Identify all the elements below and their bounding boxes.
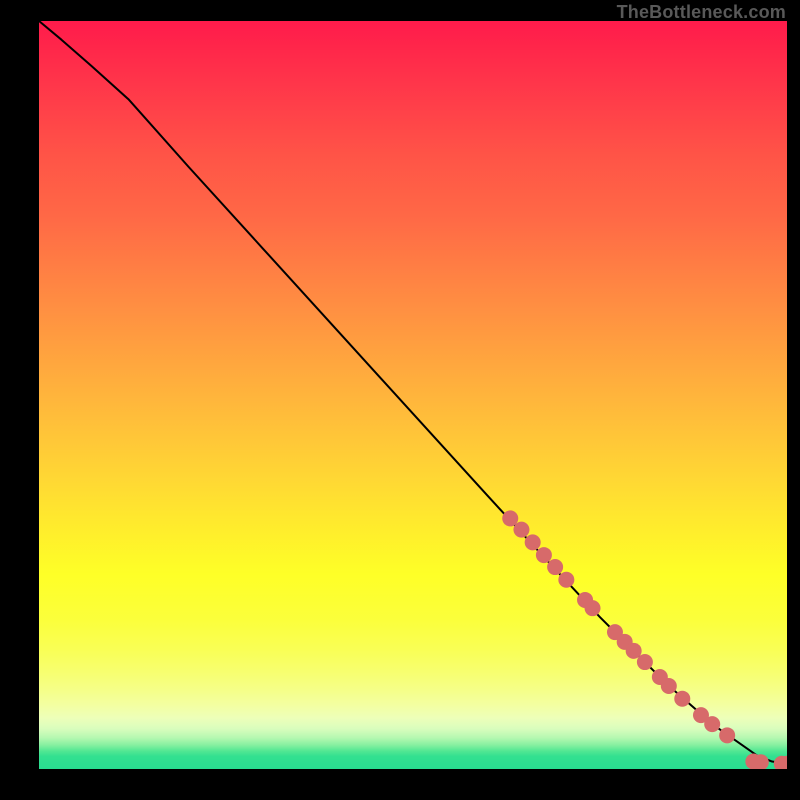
bottleneck-curve (39, 21, 787, 764)
data-marker (661, 678, 677, 694)
data-marker (674, 691, 690, 707)
watermark-text: TheBottleneck.com (617, 2, 786, 23)
data-marker (637, 654, 653, 670)
chart-svg (39, 21, 787, 769)
data-marker (547, 559, 563, 575)
data-marker (704, 716, 720, 732)
data-marker (719, 727, 735, 743)
chart-frame: TheBottleneck.com (0, 0, 800, 800)
line-layer (39, 21, 787, 764)
data-marker (536, 547, 552, 563)
data-marker (513, 522, 529, 538)
data-marker (525, 534, 541, 550)
data-marker (558, 572, 574, 588)
data-marker (585, 600, 601, 616)
plot-area (39, 21, 787, 769)
marker-layer (502, 510, 787, 769)
